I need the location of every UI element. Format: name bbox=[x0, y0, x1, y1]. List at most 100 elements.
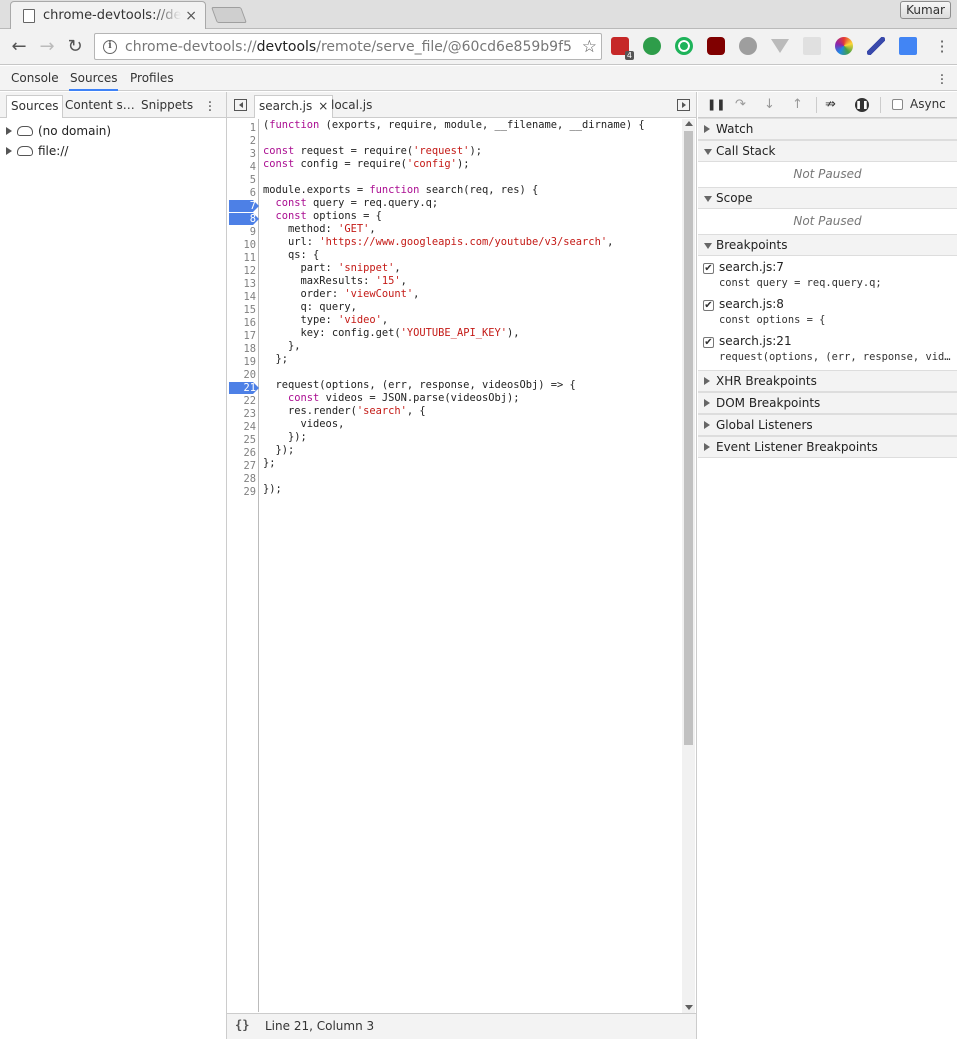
code-line[interactable]: request(options, (err, response, videosO… bbox=[263, 379, 576, 392]
tree-item-no-domain[interactable]: (no domain) bbox=[6, 122, 111, 140]
code-line[interactable]: maxResults: '15', bbox=[263, 275, 407, 288]
breakpoint-checkbox[interactable]: ✔ bbox=[703, 300, 714, 311]
nav-tab-content-scripts[interactable]: Content s… bbox=[61, 95, 139, 118]
code-line[interactable]: videos, bbox=[263, 418, 345, 431]
tree-item-file[interactable]: file:// bbox=[6, 142, 68, 160]
line-number[interactable]: 4 bbox=[227, 161, 256, 174]
line-number[interactable]: 16 bbox=[227, 317, 256, 330]
step-out-icon[interactable]: ↑ bbox=[792, 98, 803, 112]
code-line[interactable]: }; bbox=[263, 353, 289, 366]
section-global-listeners[interactable]: Global Listeners bbox=[698, 414, 957, 436]
section-scope[interactable]: Scope bbox=[698, 187, 957, 209]
scrollbar-thumb[interactable] bbox=[684, 131, 693, 745]
info-icon[interactable]: i bbox=[103, 39, 117, 54]
section-call-stack[interactable]: Call Stack bbox=[698, 140, 957, 162]
line-number[interactable]: 18 bbox=[227, 343, 256, 356]
line-number[interactable]: 24 bbox=[227, 421, 256, 434]
scroll-up-icon[interactable] bbox=[685, 121, 693, 126]
pause-on-exceptions-icon[interactable]: ❚❚ bbox=[855, 98, 869, 112]
forward-icon[interactable]: → bbox=[37, 37, 57, 57]
line-number-gutter[interactable]: 1 2 3 4 5 6 7 8 9 10 11 12 13 14 15 16 17 18 19 20 21 22 23 24 2… bbox=[227, 119, 259, 1012]
line-number[interactable]: 13 bbox=[227, 278, 256, 291]
code-line[interactable]: const query = req.query.q; bbox=[263, 197, 439, 210]
line-number[interactable]: 10 bbox=[227, 239, 256, 252]
back-icon[interactable]: ← bbox=[9, 37, 29, 57]
line-number[interactable]: 12 bbox=[227, 265, 256, 278]
code-line[interactable]: }); bbox=[263, 444, 295, 457]
code-line[interactable]: const options = { bbox=[263, 210, 382, 223]
browser-tab[interactable]: chrome-devtools://devtools/remote/serve_… bbox=[10, 1, 206, 29]
section-breakpoints[interactable]: Breakpoints bbox=[698, 234, 957, 256]
devtools-menu-icon[interactable]: · · · bbox=[939, 69, 945, 91]
toggle-debugger-icon[interactable] bbox=[677, 99, 690, 111]
breakpoint-checkbox[interactable]: ✔ bbox=[703, 263, 714, 274]
code-line[interactable]: method: 'GET', bbox=[263, 223, 376, 236]
line-number[interactable]: 2 bbox=[227, 135, 256, 148]
code-line[interactable]: key: config.get('YOUTUBE_API_KEY'), bbox=[263, 327, 520, 340]
nav-tab-snippets[interactable]: Snippets bbox=[137, 95, 197, 118]
extension-green-icon[interactable] bbox=[643, 37, 661, 55]
tab-console[interactable]: Console bbox=[10, 66, 60, 91]
address-bar[interactable]: i chrome-devtools://devtools/remote/serv… bbox=[94, 33, 602, 60]
code-line[interactable]: url: 'https://www.googleapis.com/youtube… bbox=[263, 236, 613, 249]
code-line[interactable]: res.render('search', { bbox=[263, 405, 426, 418]
pretty-print-icon[interactable]: {} bbox=[235, 1018, 249, 1032]
expand-arrow-icon[interactable] bbox=[6, 147, 12, 155]
extension-todo-icon[interactable]: 4 bbox=[611, 37, 634, 60]
breakpoint-checkbox[interactable]: ✔ bbox=[703, 337, 714, 348]
line-number[interactable]: 23 bbox=[227, 408, 256, 421]
extension-ublock-icon[interactable] bbox=[707, 37, 725, 55]
extension-gray-icon[interactable] bbox=[739, 37, 757, 55]
editor-tab-local-js[interactable]: local.js bbox=[327, 95, 376, 118]
line-number[interactable]: 11 bbox=[227, 252, 256, 265]
code-line[interactable]: type: 'video', bbox=[263, 314, 389, 327]
code-line[interactable]: }, bbox=[263, 340, 301, 353]
extension-grammarly-icon[interactable] bbox=[675, 37, 693, 55]
section-watch[interactable]: Watch bbox=[698, 118, 957, 140]
extension-translate-icon[interactable] bbox=[899, 37, 917, 55]
code-line[interactable]: }; bbox=[263, 457, 276, 470]
code-line[interactable]: }); bbox=[263, 483, 282, 496]
line-number[interactable]: 20 bbox=[227, 369, 256, 382]
bookmark-star-icon[interactable]: ☆ bbox=[582, 37, 597, 57]
line-number[interactable]: 14 bbox=[227, 291, 256, 304]
extension-grid-icon[interactable] bbox=[803, 37, 821, 55]
deactivate-breakpoints-icon[interactable]: ⇏ bbox=[825, 98, 836, 112]
code-line[interactable]: }); bbox=[263, 431, 307, 444]
reload-icon[interactable]: ↻ bbox=[65, 37, 85, 57]
line-number[interactable]: 26 bbox=[227, 447, 256, 460]
async-checkbox[interactable] bbox=[892, 99, 903, 110]
line-number[interactable]: 27 bbox=[227, 460, 256, 473]
line-number[interactable]: 17 bbox=[227, 330, 256, 343]
line-number[interactable]: 3 bbox=[227, 148, 256, 161]
code-line[interactable]: part: 'snippet', bbox=[263, 262, 401, 275]
line-number[interactable]: 28 bbox=[227, 473, 256, 486]
line-number[interactable]: 9 bbox=[227, 226, 256, 239]
expand-arrow-icon[interactable] bbox=[6, 127, 12, 135]
extension-vue-icon[interactable] bbox=[771, 39, 789, 53]
toggle-navigator-icon[interactable] bbox=[234, 99, 247, 111]
line-number[interactable]: 25 bbox=[227, 434, 256, 447]
profile-button[interactable]: Kumar bbox=[900, 1, 951, 19]
code-line[interactable]: (function (exports, require, module, __f… bbox=[263, 119, 645, 132]
section-xhr-breakpoints[interactable]: XHR Breakpoints bbox=[698, 370, 957, 392]
line-number[interactable]: 19 bbox=[227, 356, 256, 369]
step-over-icon[interactable]: ↷ bbox=[735, 98, 746, 112]
code-line[interactable]: order: 'viewCount', bbox=[263, 288, 420, 301]
pause-icon[interactable]: ❚❚ bbox=[707, 98, 725, 112]
section-event-listener-breakpoints[interactable]: Event Listener Breakpoints bbox=[698, 436, 957, 458]
url-text[interactable]: chrome-devtools://devtools/remote/serve_… bbox=[125, 39, 578, 55]
tab-profiles[interactable]: Profiles bbox=[129, 66, 175, 91]
editor-tab-search-js[interactable]: search.js × bbox=[254, 95, 334, 118]
editor-scrollbar[interactable] bbox=[682, 119, 695, 1013]
code-line[interactable]: module.exports = function search(req, re… bbox=[263, 184, 538, 197]
section-dom-breakpoints[interactable]: DOM Breakpoints bbox=[698, 392, 957, 414]
line-number[interactable]: 6 bbox=[227, 187, 256, 200]
line-number[interactable]: 22 bbox=[227, 395, 256, 408]
line-number[interactable]: 5 bbox=[227, 174, 256, 187]
extension-eyedropper-icon[interactable] bbox=[867, 37, 885, 55]
code-line[interactable]: const config = require('config'); bbox=[263, 158, 469, 171]
line-number[interactable]: 8 bbox=[227, 213, 256, 226]
nav-tab-sources[interactable]: Sources bbox=[6, 95, 64, 118]
tab-sources[interactable]: Sources bbox=[69, 66, 119, 91]
